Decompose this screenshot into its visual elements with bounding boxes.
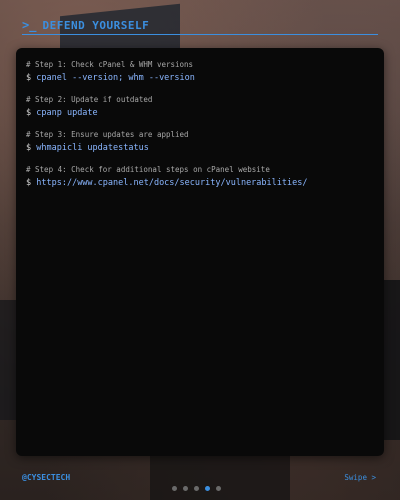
swipe-button[interactable]: Swipe > [344,473,376,482]
terminal-steps: # Step 1: Check cPanel & WHM versions $ … [26,60,374,200]
page-dot-3[interactable] [194,486,199,491]
step-2: # Step 2: Update if outdated $ cpanp upd… [26,95,374,119]
page-dot-4[interactable] [205,486,210,491]
prompt-dollar: $ [26,143,32,153]
step-4-comment: # Step 4: Check for additional steps on … [26,165,270,174]
page-dot-2[interactable] [183,486,188,491]
author-handle: @CYSECTECH [22,473,71,482]
page-dot-1[interactable] [172,486,177,491]
step-2-command-line: $ cpanp update [26,107,374,119]
step-3: # Step 3: Ensure updates are applied $ w… [26,130,374,154]
page-dot-5[interactable] [216,486,221,491]
pagination-dots [172,486,221,491]
step-1-command-line: $ cpanel --version; whm --version [26,72,374,84]
step-3-command: whmapicli updatestatus [36,143,149,153]
step-3-comment: # Step 3: Ensure updates are applied [26,130,189,139]
prompt-dollar: $ [26,178,32,188]
step-3-command-line: $ whmapicli updatestatus [26,142,374,154]
prompt-dollar: $ [26,73,32,83]
slide-header: >_ DEFEND YOURSELF [22,16,378,35]
step-2-comment: # Step 2: Update if outdated [26,95,153,104]
terminal-window: # Step 1: Check cPanel & WHM versions $ … [16,48,384,456]
step-4: # Step 4: Check for additional steps on … [26,165,374,189]
step-1-comment: # Step 1: Check cPanel & WHM versions [26,60,194,69]
step-1-command: cpanel --version; whm --version [36,73,195,83]
terminal-prompt-icon: >_ [22,18,37,32]
prompt-dollar: $ [26,108,32,118]
step-2-command: cpanp update [36,108,98,118]
step-4-link[interactable]: https://www.cpanel.net/docs/security/vul… [36,178,307,188]
step-4-command-line: $ https://www.cpanel.net/docs/security/v… [26,177,374,189]
step-1: # Step 1: Check cPanel & WHM versions $ … [26,60,374,84]
slide-title: DEFEND YOURSELF [42,18,150,32]
